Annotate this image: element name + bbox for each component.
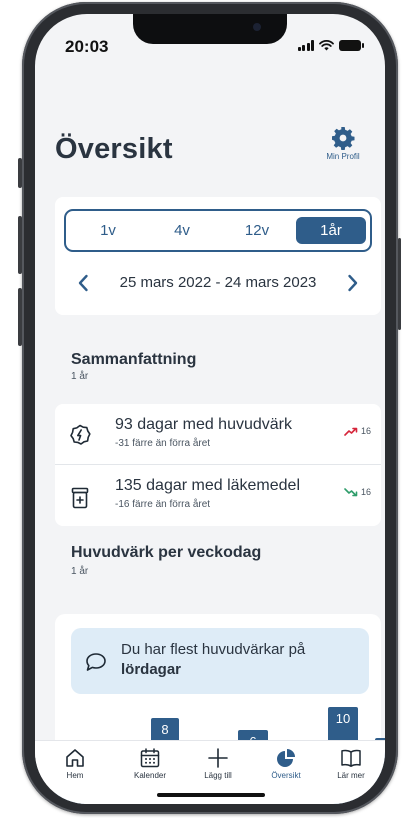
date-range-label: 25 mars 2022 - 24 mars 2023 bbox=[119, 274, 317, 291]
insight-box: Du har flest huvudvärkar på lördagar bbox=[71, 628, 369, 694]
insight-sentence: Du har flest huvudvärkar på bbox=[121, 641, 306, 658]
medication-trend: 16 bbox=[344, 487, 371, 497]
weekday-title: Huvudvärk per veckodag bbox=[71, 544, 262, 561]
tab-add-label: Lägg till bbox=[204, 771, 232, 780]
headache-icon bbox=[70, 424, 91, 445]
medication-comparison: -16 färre än förra året bbox=[115, 499, 211, 510]
home-icon bbox=[66, 749, 84, 767]
medication-days: 135 dagar med läkemedel bbox=[115, 477, 301, 494]
plus-icon bbox=[208, 748, 228, 768]
profile-button[interactable]: Min Profil bbox=[313, 126, 373, 161]
tab-learn[interactable]: Lär mer bbox=[321, 741, 381, 791]
period-option-1v[interactable]: 1v bbox=[86, 217, 130, 244]
status-time: 20:03 bbox=[65, 37, 109, 56]
headache-days: 93 dagar med huvudvärk bbox=[115, 416, 292, 433]
period-option-4v[interactable]: 4v bbox=[160, 217, 204, 244]
signal-icon bbox=[297, 40, 314, 51]
date-range-row: 25 mars 2022 - 24 mars 2023 bbox=[55, 265, 381, 301]
summary-subtitle: 1 år bbox=[71, 371, 89, 382]
app-screen: 20:03 Översikt Min Profil 1v 4v 12v 1år bbox=[35, 14, 385, 804]
medicine-icon bbox=[71, 487, 89, 509]
period-option-12v[interactable]: 12v bbox=[232, 217, 282, 244]
gear-icon bbox=[332, 127, 355, 150]
medication-trend-value: 16 bbox=[360, 487, 371, 497]
insight-text: Du har flest huvudvärkar på lördagar bbox=[121, 640, 361, 680]
insight-highlight: lördagar bbox=[121, 661, 182, 678]
volume-down-button bbox=[18, 288, 22, 346]
profile-label: Min Profil bbox=[326, 152, 360, 161]
period-card: 1v 4v 12v 1år 25 mars 2022 - 24 mars 202… bbox=[55, 197, 381, 315]
speech-bubble-icon bbox=[86, 653, 106, 671]
volume-up-button bbox=[18, 216, 22, 274]
bar-value-label: 8 bbox=[161, 722, 169, 737]
bar-value-label: 10 bbox=[335, 711, 351, 726]
book-icon bbox=[341, 749, 361, 767]
wifi-icon bbox=[319, 40, 334, 51]
summary-row-headache[interactable]: 93 dagar med huvudvärk -31 färre än förr… bbox=[55, 404, 381, 464]
trend-up-icon bbox=[344, 427, 358, 436]
summary-row-medication[interactable]: 135 dagar med läkemedel -16 färre än för… bbox=[55, 465, 381, 526]
tab-calendar-label: Kalender bbox=[133, 771, 167, 780]
pie-chart-icon bbox=[277, 749, 295, 767]
summary-title: Sammanfattning bbox=[71, 351, 197, 368]
battery-icon bbox=[339, 40, 364, 51]
tab-add[interactable]: Lägg till bbox=[183, 741, 253, 791]
home-indicator bbox=[157, 793, 265, 797]
tab-overview[interactable]: Översikt bbox=[251, 741, 321, 791]
weekday-subtitle: 1 år bbox=[71, 566, 89, 577]
period-option-1ar[interactable]: 1år bbox=[296, 217, 366, 244]
tab-learn-label: Lär mer bbox=[337, 771, 365, 780]
tab-home[interactable]: Hem bbox=[53, 741, 97, 791]
camera bbox=[253, 23, 261, 31]
power-button bbox=[398, 238, 401, 330]
period-selector: 1v 4v 12v 1år bbox=[64, 209, 372, 252]
headache-trend: 16 bbox=[344, 426, 371, 436]
headache-trend-value: 16 bbox=[360, 426, 371, 436]
notch bbox=[133, 14, 287, 44]
tab-home-label: Hem bbox=[66, 771, 84, 780]
page-title: Översikt bbox=[55, 133, 173, 165]
trend-down-icon bbox=[344, 487, 358, 496]
chevron-right-icon[interactable] bbox=[347, 274, 359, 292]
tab-overview-label: Översikt bbox=[271, 771, 301, 780]
status-icons bbox=[297, 40, 364, 51]
headache-comparison: -31 färre än förra året bbox=[115, 438, 211, 449]
calendar-icon bbox=[140, 748, 160, 768]
tab-calendar[interactable]: Kalender bbox=[115, 741, 185, 791]
mute-switch bbox=[18, 158, 22, 188]
